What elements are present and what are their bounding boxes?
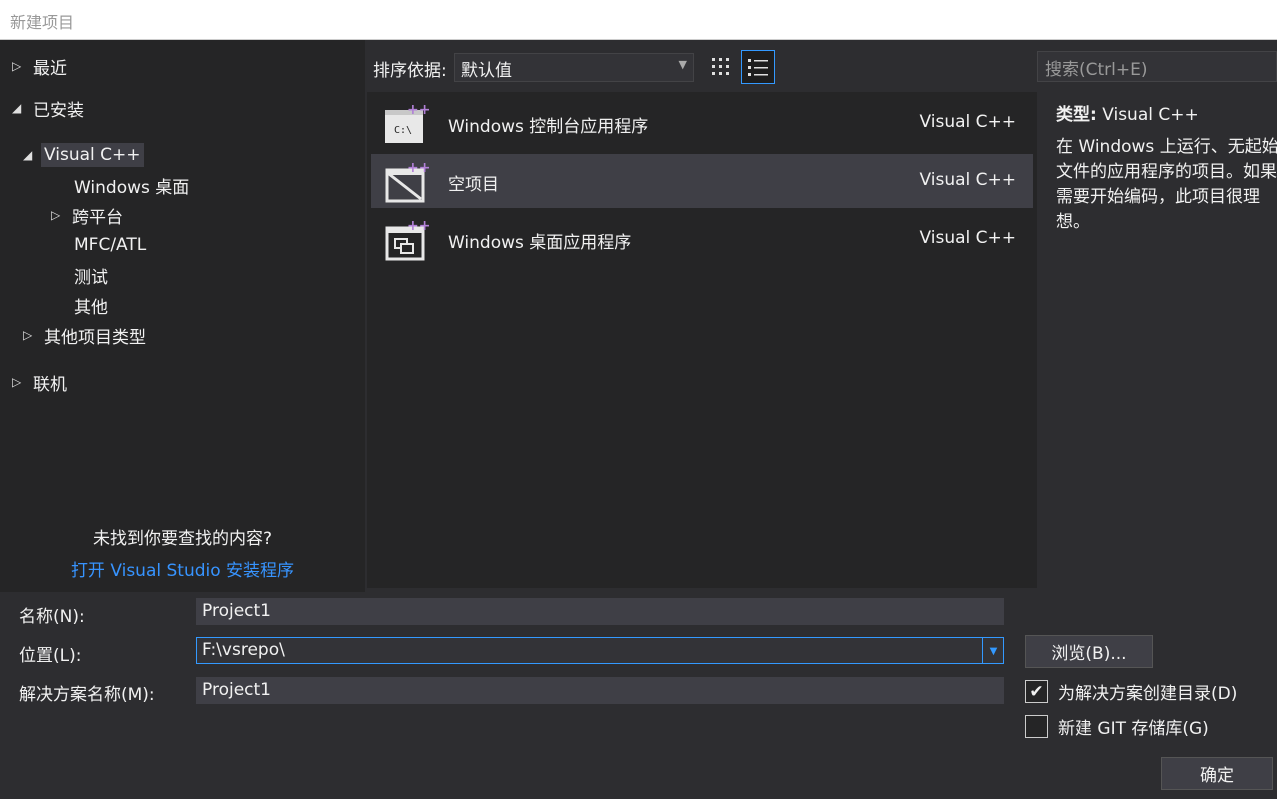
template-list: C:\ ++ Windows 控制台应用程序 Visual C++ ++ 空项目… [367, 92, 1037, 588]
create-directory-checkbox[interactable]: ✔ [1025, 680, 1048, 703]
tree-item-label: MFC/ATL [74, 235, 147, 255]
name-label: 名称(N): [19, 607, 85, 627]
solution-name-field[interactable]: Project1 [196, 677, 1004, 704]
template-language: Visual C++ [919, 170, 1016, 190]
open-installer-link[interactable]: 打开 Visual Studio 安装程序 [0, 556, 365, 581]
tree-item-visual-cpp[interactable]: ◢ Visual C++ [23, 141, 144, 169]
template-item-empty-project[interactable]: ++ 空项目 Visual C++ [371, 154, 1033, 208]
svg-text:++: ++ [407, 218, 430, 234]
console-app-icon: C:\ ++ [385, 102, 430, 143]
console-badge: C:\ [394, 125, 412, 136]
location-field[interactable]: F:\vsrepo\ [196, 637, 1004, 664]
create-git-label: 新建 GIT 存储库(G) [1058, 719, 1209, 739]
tree-item-other-project-types[interactable]: ▷ 其他项目类型 [23, 321, 149, 349]
tree-item-label: 其他 [74, 297, 108, 318]
tree-item-label: 联机 [33, 374, 67, 395]
window-title: 新建项目 [10, 13, 75, 32]
checkmark-icon: ✔ [1029, 681, 1044, 702]
template-language: Visual C++ [919, 228, 1016, 248]
desktop-app-icon: ++ [385, 218, 430, 261]
sort-value: 默认值 [461, 61, 512, 81]
tree-item-test[interactable]: 测试 [71, 261, 111, 289]
tree-item-other[interactable]: 其他 [71, 291, 111, 319]
template-name: Windows 桌面应用程序 [448, 233, 632, 253]
tree-item-cross-platform[interactable]: ▷ 跨平台 [51, 201, 126, 229]
grid-view-icon [712, 58, 729, 75]
chevron-right-icon[interactable]: ▷ [23, 328, 41, 342]
create-git-option[interactable]: 新建 GIT 存储库(G) [1025, 714, 1209, 739]
tree-item-label: 最近 [33, 58, 67, 79]
tree-item-label: 测试 [74, 267, 108, 288]
name-field[interactable]: Project1 [196, 598, 1004, 625]
empty-project-icon: ++ [385, 160, 430, 203]
template-item-console-app[interactable]: C:\ ++ Windows 控制台应用程序 Visual C++ [371, 96, 1033, 150]
chevron-down-icon[interactable]: ◢ [23, 148, 41, 162]
tree-item-recent[interactable]: ▷ 最近 [12, 52, 70, 80]
tree-item-label: 跨平台 [72, 207, 123, 228]
create-git-checkbox[interactable] [1025, 715, 1048, 738]
create-directory-option[interactable]: ✔ 为解决方案创建目录(D) [1025, 679, 1237, 704]
template-name: 空项目 [448, 175, 499, 195]
tree-item-mfc-atl[interactable]: MFC/ATL [71, 231, 149, 259]
type-value: Visual C++ [1102, 105, 1199, 125]
chevron-down-icon[interactable]: ◢ [12, 101, 30, 115]
not-found-text: 未找到你要查找的内容? [92, 529, 273, 549]
template-language: Visual C++ [919, 112, 1016, 132]
description-text: 在 Windows 上运行、无起始文件的应用程序的项目。如果需要开始编码，此项目… [1056, 137, 1277, 232]
description-type: 类型: Visual C++ [1056, 100, 1277, 125]
location-dropdown-icon[interactable]: ▼ [982, 638, 1004, 664]
sort-bar: 排序依据: 默认值 ▼ [365, 40, 1037, 92]
template-description: 类型: Visual C++ 在 Windows 上运行、无起始文件的应用程序的… [1056, 100, 1277, 235]
svg-text:++: ++ [407, 160, 430, 176]
tree-item-label: Visual C++ [41, 143, 144, 167]
title-bar: 新建项目 [0, 0, 1277, 40]
browse-button[interactable]: 浏览(B)... [1025, 635, 1153, 668]
sort-label: 排序依据: [373, 61, 447, 81]
location-label: 位置(L): [19, 646, 82, 666]
template-item-desktop-app[interactable]: ++ Windows 桌面应用程序 Visual C++ [371, 212, 1033, 266]
list-view-button[interactable] [741, 50, 775, 84]
ok-button[interactable]: 确定 [1161, 757, 1273, 790]
template-name: Windows 控制台应用程序 [448, 117, 649, 137]
category-tree: ▷ 最近 ◢ 已安装 ◢ Visual C++ Windows 桌面 ▷ 跨平台… [0, 40, 365, 592]
dropdown-arrow-icon: ▼ [678, 58, 687, 71]
tree-item-label: 其他项目类型 [44, 327, 146, 348]
chevron-right-icon[interactable]: ▷ [12, 375, 30, 389]
search-input[interactable]: 搜索(Ctrl+E) [1037, 51, 1277, 82]
create-directory-label: 为解决方案创建目录(D) [1058, 684, 1238, 704]
chevron-right-icon[interactable]: ▷ [12, 59, 30, 73]
tree-item-label: Windows 桌面 [74, 177, 190, 198]
tree-item-installed[interactable]: ◢ 已安装 [12, 94, 87, 122]
svg-text:++: ++ [407, 102, 430, 118]
type-label: 类型: [1056, 105, 1097, 125]
tree-item-label: 已安装 [33, 100, 84, 121]
tree-item-online[interactable]: ▷ 联机 [12, 368, 70, 396]
list-view-icon [748, 59, 768, 76]
small-icons-view-button[interactable] [704, 50, 738, 84]
chevron-right-icon[interactable]: ▷ [51, 208, 69, 222]
solution-name-label: 解决方案名称(M): [19, 685, 155, 705]
sort-select[interactable]: 默认值 ▼ [454, 53, 694, 82]
tree-item-windows-desktop[interactable]: Windows 桌面 [71, 171, 192, 199]
